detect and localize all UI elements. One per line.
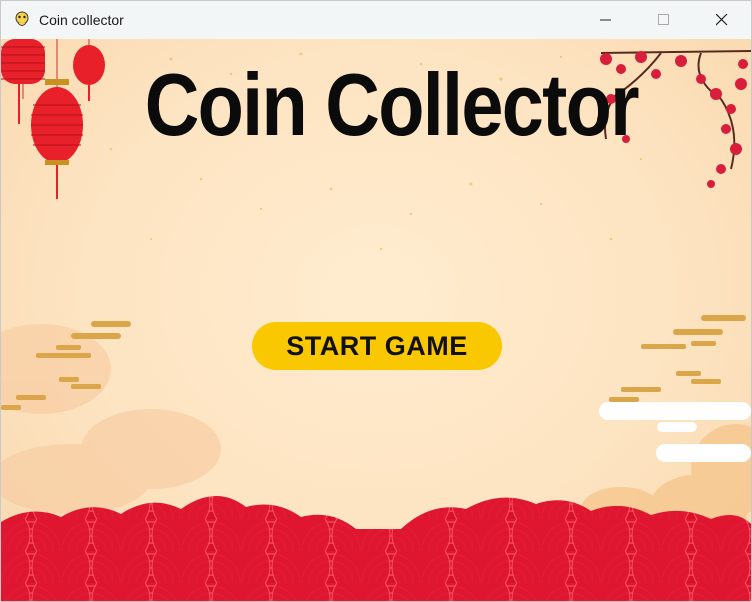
start-game-button[interactable]: START GAME bbox=[252, 322, 502, 370]
game-title: Coin Collector bbox=[144, 55, 640, 154]
title-bar[interactable]: Coin collector bbox=[1, 1, 751, 39]
python-icon bbox=[15, 11, 29, 26]
minimize-button[interactable] bbox=[577, 1, 635, 39]
maximize-icon bbox=[658, 14, 669, 25]
minimize-icon bbox=[600, 19, 611, 21]
game-canvas[interactable]: Coin Collector START GAME bbox=[1, 39, 751, 601]
window-title: Coin collector bbox=[39, 12, 124, 28]
maximize-button[interactable] bbox=[635, 1, 693, 39]
start-game-label: START GAME bbox=[286, 330, 468, 361]
red-waves bbox=[1, 496, 751, 601]
close-button[interactable] bbox=[693, 1, 751, 39]
cloud-left bbox=[1, 324, 221, 514]
app-window: Coin collector Coin Collector START GAME bbox=[0, 0, 752, 602]
window-controls bbox=[577, 1, 751, 39]
close-icon bbox=[716, 14, 728, 26]
